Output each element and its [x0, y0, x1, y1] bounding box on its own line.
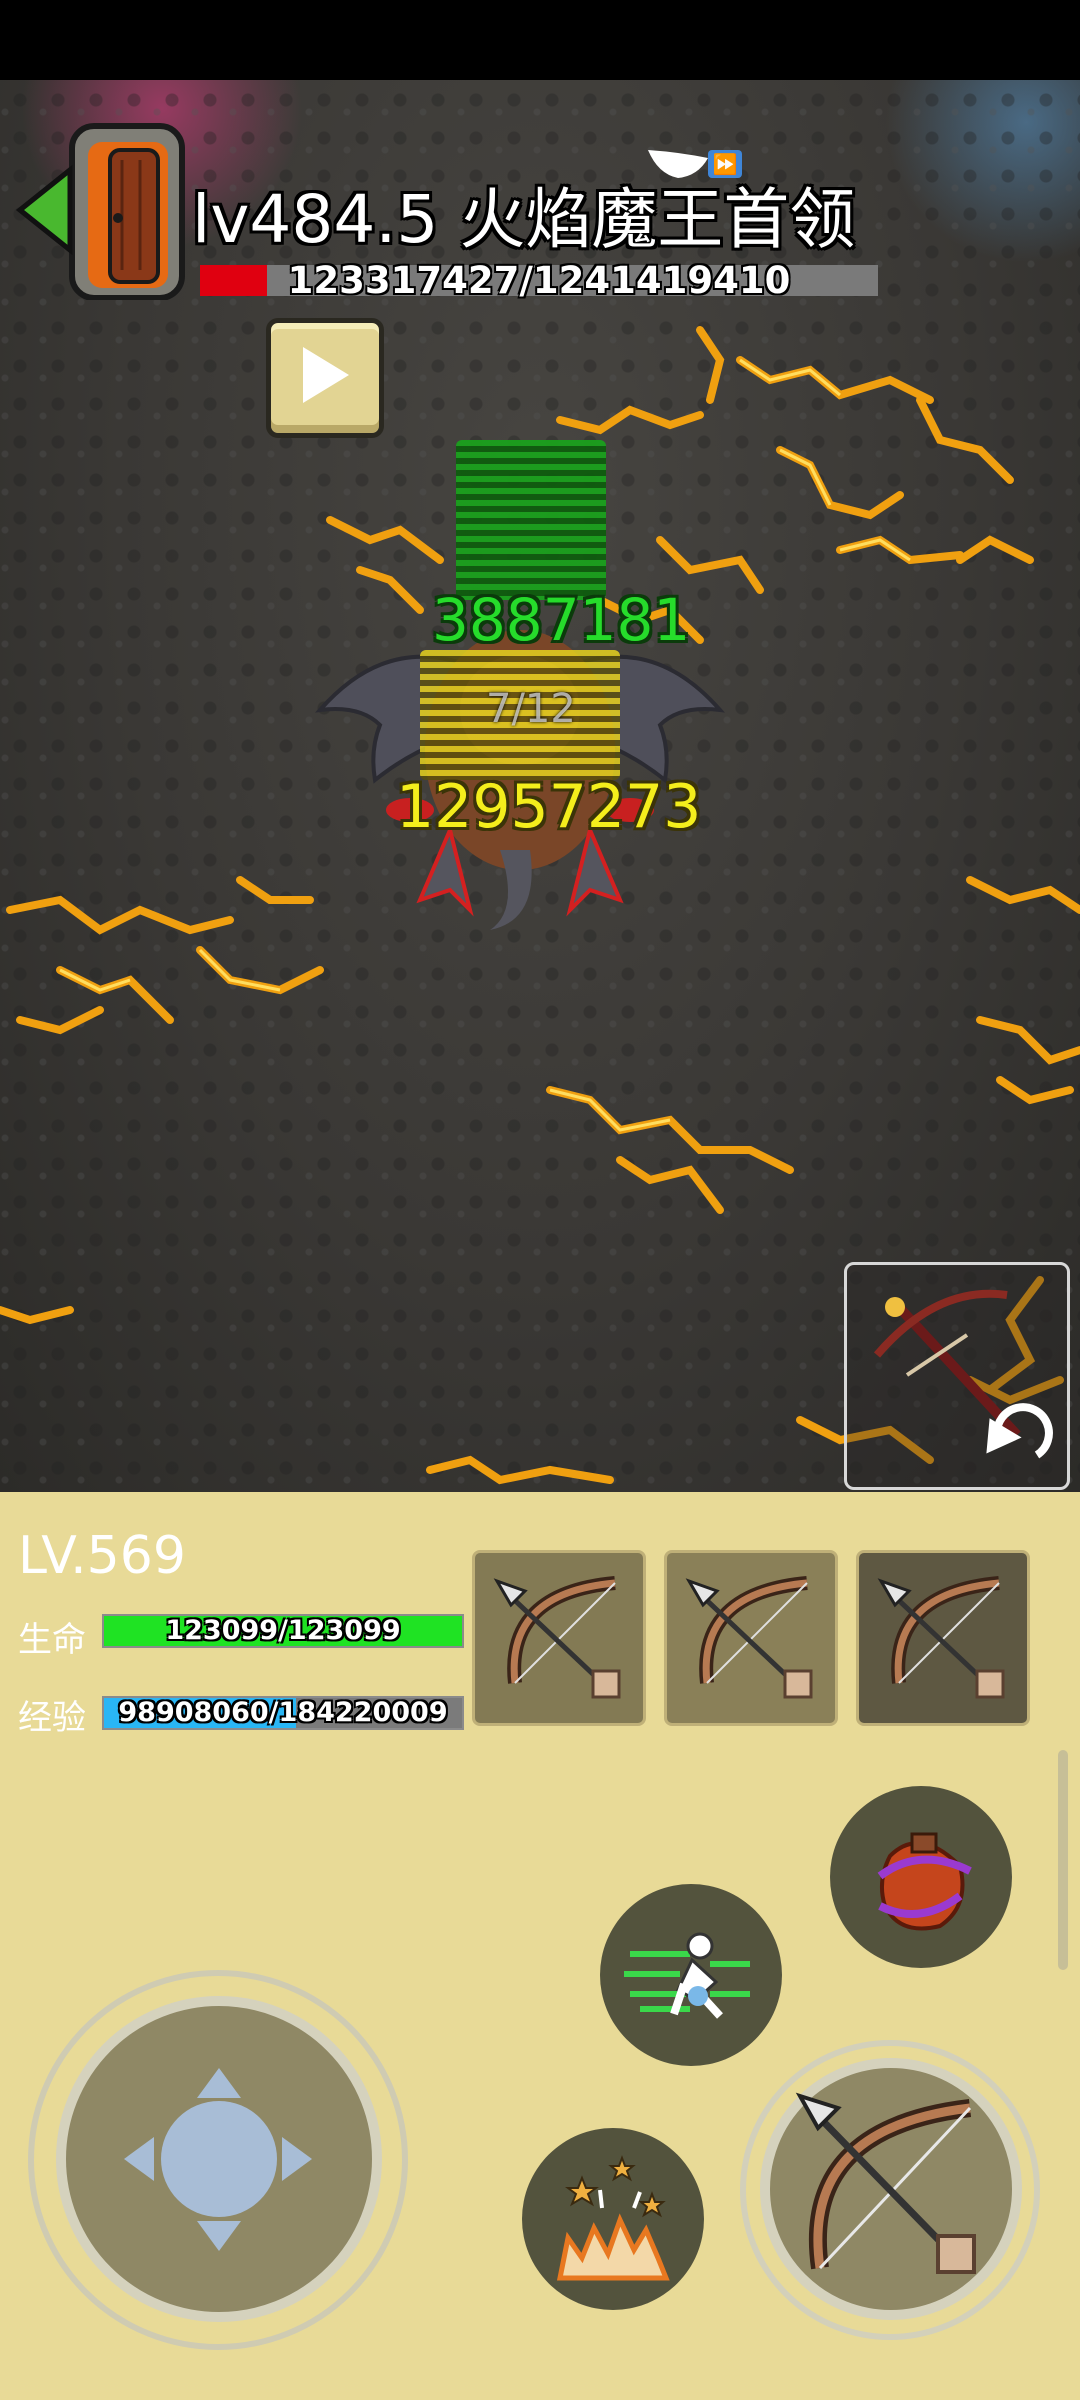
green-damage-trail: [456, 440, 606, 600]
play-icon: [303, 347, 349, 403]
joystick-down-arrow-icon: [197, 2221, 241, 2251]
status-bar: [0, 0, 1080, 80]
boss-hp-text: 123317427/1241419410: [287, 259, 791, 302]
bow-icon: [877, 1576, 1005, 1699]
lava-crack: [960, 840, 1080, 1140]
weapon-slot-2[interactable]: [664, 1550, 838, 1726]
weapon-swap-button[interactable]: [844, 1262, 1070, 1490]
joystick-right-arrow-icon: [282, 2137, 312, 2181]
green-damage-number: 3887181: [432, 586, 691, 654]
joystick-left-arrow-icon: [124, 2137, 154, 2181]
weapon-slot-3[interactable]: [856, 1550, 1030, 1726]
exp-label: 经验: [18, 1698, 86, 1738]
player-hp-bar: 123099/123099: [102, 1614, 464, 1648]
attack-button[interactable]: [760, 2058, 1022, 2320]
dash-icon: [624, 1932, 750, 2019]
bow-icon: [685, 1576, 813, 1699]
boss-hp-bar: 123317427/1241419410: [200, 259, 878, 302]
scrollbar[interactable]: [1058, 1750, 1068, 1970]
joystick-up-arrow-icon: [197, 2068, 241, 2098]
player-hp-text: 123099/123099: [165, 1615, 401, 1646]
hp-label: 生命: [18, 1620, 86, 1660]
lava-crack: [420, 1430, 640, 1492]
yellow-damage-number: 12957273: [396, 772, 702, 842]
player-exp-bar: 98908060/184220009: [102, 1696, 464, 1730]
burst-icon: [556, 2155, 670, 2281]
play-button[interactable]: [266, 318, 384, 438]
crossbow-icon: [873, 1289, 1021, 1439]
weapon-slot-1[interactable]: [472, 1550, 646, 1726]
bow-attack-icon: [795, 2092, 976, 2274]
boss-title: lv484.5 火焰魔王首领: [192, 181, 856, 258]
joystick-knob[interactable]: [161, 2101, 277, 2217]
player-exp-text: 98908060/184220009: [118, 1697, 448, 1728]
potion-icon: [877, 1832, 972, 1931]
dash-skill-button[interactable]: [600, 1884, 782, 2066]
boss-counter: 7/12: [486, 686, 576, 732]
lava-crack: [0, 1280, 80, 1380]
burst-skill-button[interactable]: [522, 2128, 704, 2310]
bow-icon: [493, 1576, 621, 1699]
potion-skill-button[interactable]: [830, 1786, 1012, 1968]
lava-crack: [540, 1050, 840, 1250]
player-level: LV.569: [18, 1526, 186, 1586]
exit-door-button[interactable]: [10, 120, 190, 301]
